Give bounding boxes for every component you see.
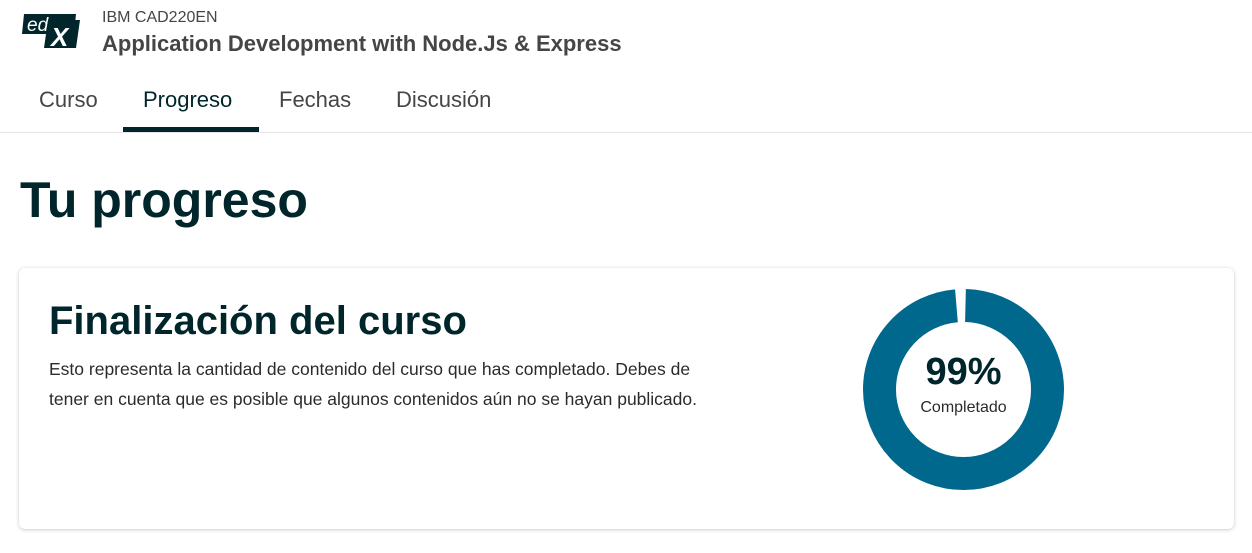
page-title: Tu progreso [20,172,308,228]
course-org-number: IBM CAD220EN [102,9,218,26]
tab-fechas[interactable]: Fechas [263,70,367,132]
tab-curso[interactable]: Curso [23,70,114,132]
logo-x-text: X [49,22,70,50]
course-tabs: Curso Progreso Fechas Discusión [0,70,1252,133]
completion-description: Esto representa la cantidad de contenido… [49,359,697,409]
completion-donut-chart: 99% Completado [862,288,1065,491]
completion-card: Finalización del curso Esto representa l… [19,268,1234,529]
completion-status-label: Completado [920,399,1007,416]
edx-logo[interactable]: ed X [18,12,80,50]
completion-title: Finalización del curso [49,299,467,343]
course-title: Application Development with Node.Js & E… [102,31,622,56]
course-header: ed X IBM CAD220EN Application Developmen… [0,0,1252,60]
tab-discusion[interactable]: Discusión [380,70,507,132]
completion-percent: 99% [925,351,1002,393]
tab-progreso[interactable]: Progreso [123,70,259,132]
